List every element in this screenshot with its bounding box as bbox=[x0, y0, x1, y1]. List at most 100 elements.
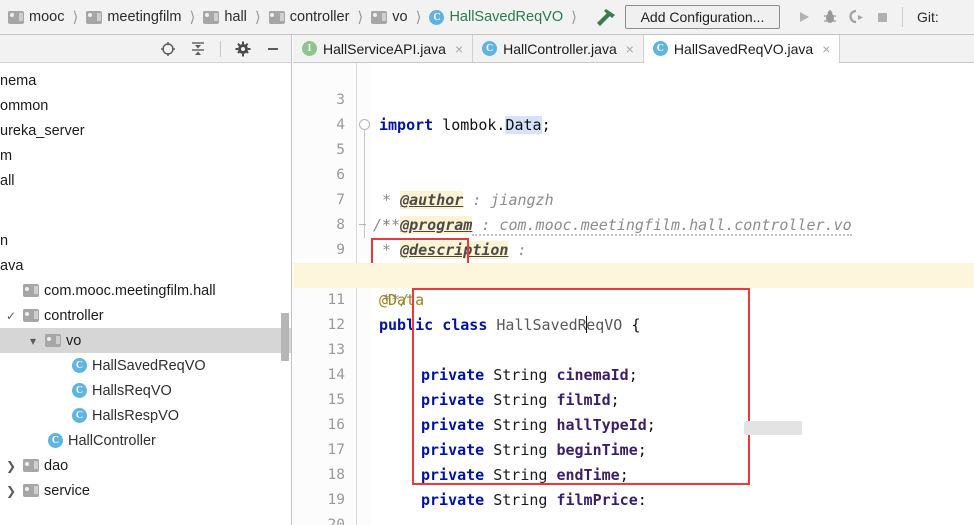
class-icon: C bbox=[48, 433, 63, 448]
breadcrumb: mooc ⟩ meetingfilm ⟩ hall ⟩ controller ⟩… bbox=[0, 8, 583, 27]
tree-item[interactable]: nema bbox=[0, 68, 291, 93]
run-controls bbox=[788, 9, 898, 25]
fold-end-marker bbox=[359, 224, 366, 225]
folder-icon bbox=[371, 10, 388, 24]
close-icon[interactable]: × bbox=[455, 41, 463, 57]
folder-icon bbox=[45, 334, 61, 347]
tree-item-hallsrespvo[interactable]: C HallsRespVO bbox=[0, 403, 291, 428]
toolbar-divider bbox=[220, 40, 221, 57]
chevron-right-icon: ⟩ bbox=[189, 7, 196, 26]
tree-item-hallsreqvo[interactable]: C HallsReqVO bbox=[0, 378, 291, 403]
folder-icon bbox=[268, 10, 285, 24]
folder-icon bbox=[23, 309, 39, 322]
interface-icon: I bbox=[302, 41, 317, 56]
code-line: 7 * @program : com.mooc.meetingfilm.hall… bbox=[293, 163, 974, 236]
code-line: 4 bbox=[293, 88, 974, 133]
hammer-icon[interactable] bbox=[593, 6, 619, 28]
toolbar-divider bbox=[901, 7, 903, 27]
run-icon[interactable] bbox=[796, 9, 812, 25]
tree-item-label: nema bbox=[0, 72, 37, 89]
stop-icon[interactable] bbox=[875, 10, 890, 25]
tree-item-vo[interactable]: ▾ vo bbox=[0, 328, 291, 353]
folder-icon bbox=[203, 10, 220, 24]
tab-hallsavedreqvo[interactable]: C HallSavedReqVO.java × bbox=[643, 35, 841, 63]
code-line: 10 @Data bbox=[293, 238, 974, 309]
tree-item-hallsavedreqvo[interactable]: C HallSavedReqVO bbox=[0, 353, 291, 378]
tree-item-dao[interactable]: ❯ dao bbox=[0, 453, 291, 478]
chevron-right-icon: ⟩ bbox=[254, 7, 261, 26]
ide-window: mooc ⟩ meetingfilm ⟩ hall ⟩ controller ⟩… bbox=[0, 0, 974, 525]
chevron-down-icon[interactable]: ▾ bbox=[26, 334, 40, 348]
editor-tab-bar: I HallServiceAPI.java × C HallController… bbox=[293, 35, 974, 63]
main-toolbar: mooc ⟩ meetingfilm ⟩ hall ⟩ controller ⟩… bbox=[0, 0, 974, 35]
git-label: Git: bbox=[916, 9, 939, 25]
close-icon[interactable]: × bbox=[626, 41, 634, 57]
tree-item-label: dao bbox=[44, 457, 69, 474]
tab-hallserviceapi[interactable]: I HallServiceAPI.java × bbox=[293, 35, 474, 62]
code-line: 17 private String endTime; bbox=[293, 413, 974, 484]
tree-item-service[interactable]: ❯ service bbox=[0, 478, 291, 503]
chevron-right-icon[interactable]: ❯ bbox=[4, 484, 18, 498]
tree-item-label: HallSavedReqVO bbox=[92, 357, 206, 374]
tree-item-hallcontroller[interactable]: C HallController bbox=[0, 428, 291, 453]
tab-hallcontroller[interactable]: C HallController.java × bbox=[473, 35, 644, 62]
tree-item[interactable]: ureka_server bbox=[0, 118, 291, 143]
code-line: 13 private String cinemaId; bbox=[293, 313, 974, 384]
tree-item-label: n bbox=[0, 232, 9, 249]
folder-icon bbox=[8, 10, 24, 24]
tree-item[interactable]: all bbox=[0, 168, 291, 193]
run-with-coverage-icon[interactable] bbox=[848, 9, 865, 25]
hide-panel-icon[interactable] bbox=[265, 41, 281, 57]
editor-panel: I HallServiceAPI.java × C HallController… bbox=[293, 35, 974, 525]
code-line: 18 private String filmPrice: bbox=[293, 438, 974, 509]
code-editor[interactable]: 3 import lombok.Data; 4 5 /** 6 * @autho… bbox=[293, 63, 974, 525]
tab-label: HallSavedReqVO.java bbox=[673, 40, 814, 57]
tree-item-label: HallsReqVO bbox=[92, 382, 172, 399]
project-panel: nema ommon ureka_server m all n ava com.… bbox=[0, 35, 292, 525]
collapse-all-icon[interactable] bbox=[190, 41, 206, 57]
locate-icon[interactable] bbox=[160, 41, 176, 57]
debug-icon[interactable] bbox=[822, 9, 838, 25]
code-line: 9 **/ bbox=[293, 213, 974, 309]
code-line: 12 bbox=[293, 288, 974, 485]
tree-item[interactable]: n bbox=[0, 228, 291, 253]
tree-item-controller[interactable]: ✓ controller bbox=[0, 303, 291, 328]
sidebar-scrollbar[interactable] bbox=[281, 313, 289, 361]
code-line: 6 * @author : jiangzh bbox=[293, 138, 974, 209]
class-icon: C bbox=[482, 41, 498, 56]
fold-toggle-icon[interactable] bbox=[359, 119, 370, 130]
code-line-current: 11 public class HallSavedReqVO { bbox=[293, 263, 974, 334]
tree-item-package[interactable]: com.mooc.meetingfilm.hall bbox=[0, 278, 291, 303]
settings-gear-icon[interactable] bbox=[235, 41, 251, 57]
chevron-down-icon[interactable]: ✓ bbox=[4, 309, 18, 323]
breadcrumb-item-mooc[interactable]: mooc bbox=[6, 9, 66, 25]
tree-item-label: service bbox=[44, 482, 90, 499]
code-line: 21 bbox=[293, 513, 974, 525]
chevron-right-icon[interactable]: ❯ bbox=[4, 459, 18, 473]
folder-icon bbox=[23, 284, 39, 297]
class-icon: C bbox=[72, 358, 87, 373]
code-line: 20 } bbox=[293, 488, 974, 525]
class-icon: C bbox=[429, 9, 445, 25]
code-line: 16 private String beginTime; bbox=[293, 388, 974, 459]
chevron-right-icon: ⟩ bbox=[357, 7, 364, 26]
tree-item[interactable]: m bbox=[0, 143, 291, 168]
breadcrumb-item-controller[interactable]: controller bbox=[267, 9, 352, 25]
add-configuration-button[interactable]: Add Configuration... bbox=[624, 5, 780, 29]
breadcrumb-label: mooc bbox=[29, 9, 65, 25]
tree-item[interactable]: ommon bbox=[0, 93, 291, 118]
chevron-right-icon: ⟩ bbox=[415, 7, 422, 26]
breadcrumb-item-meetingfilm[interactable]: meetingfilm bbox=[84, 9, 183, 25]
breadcrumb-item-hallsavedreqvo[interactable]: C HallSavedReqVO bbox=[427, 9, 565, 25]
tree-item-label: HallsRespVO bbox=[92, 407, 180, 424]
close-icon[interactable]: × bbox=[822, 41, 830, 57]
breadcrumb-item-hall[interactable]: hall bbox=[201, 9, 249, 25]
tree-item-label: ava bbox=[0, 257, 24, 274]
tree-item-label: ommon bbox=[0, 97, 49, 114]
breadcrumb-item-vo[interactable]: vo bbox=[369, 9, 409, 25]
code-line: 19 bbox=[293, 463, 974, 508]
tree-item[interactable]: ava bbox=[0, 253, 291, 278]
tree-item-spacer bbox=[0, 193, 291, 228]
class-icon: C bbox=[652, 41, 668, 56]
class-icon: C bbox=[72, 383, 87, 398]
